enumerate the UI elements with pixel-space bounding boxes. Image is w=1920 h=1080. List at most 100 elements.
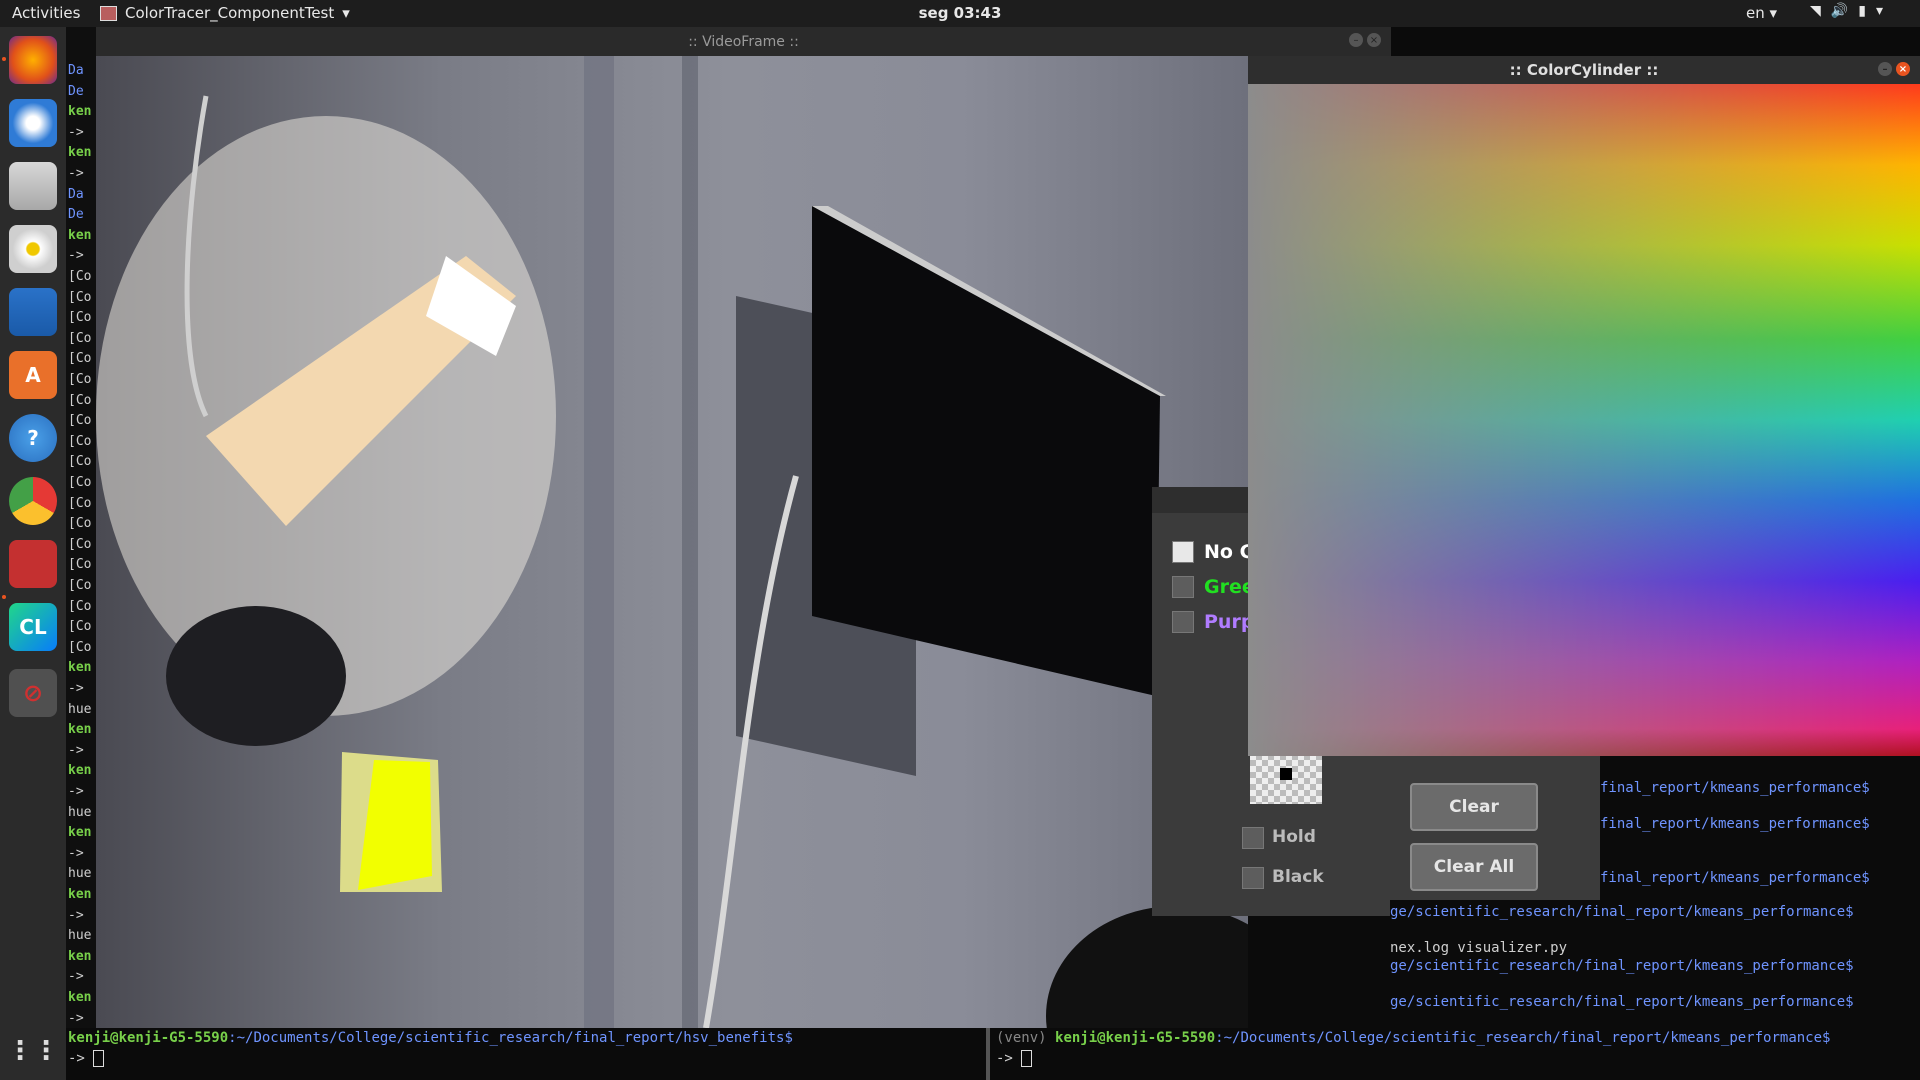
volume-icon: 🔊 [1830, 3, 1849, 19]
terminal-line: ge/scientific_research/final_report/kmea… [1390, 958, 1854, 974]
terminal-line: ken [68, 722, 92, 738]
minimize-icon[interactable]: – [1878, 62, 1892, 76]
firefox-icon[interactable] [9, 36, 57, 84]
hold-checkbox[interactable] [1242, 827, 1264, 849]
color-cylinder-canvas[interactable] [1248, 84, 1920, 756]
dock: A ? CL ⊘ ⋮⋮ [0, 27, 66, 1080]
terminal-divider[interactable] [986, 1028, 990, 1080]
hold-label: Hold [1272, 827, 1316, 847]
right-terminal-lower[interactable]: ge/scientific_research/final_report/kmea… [1390, 900, 1920, 1028]
language-indicator[interactable]: en ▾ [1746, 4, 1777, 22]
purple-label: Purp [1204, 611, 1255, 633]
files-icon[interactable] [9, 162, 57, 210]
terminal-cursor [1021, 1050, 1033, 1067]
terminal-line: final_report/kmeans_performance$ [1600, 780, 1870, 796]
terminal-line: [Co [68, 557, 92, 573]
app-window-icon [100, 5, 117, 21]
camera-view-image [96, 56, 1248, 1028]
chrome-icon[interactable] [9, 477, 57, 525]
terminal-line: ken [68, 227, 92, 243]
chevron-down-icon: ▾ [1875, 3, 1883, 19]
black-checkbox[interactable] [1242, 867, 1264, 889]
terminal-line: [Co [68, 454, 92, 470]
no-color-label: No C [1204, 541, 1254, 563]
terminal-line: -> [68, 681, 84, 696]
terminal-line: [Co [68, 536, 92, 552]
terminal-line: ken [68, 104, 92, 120]
chevron-down-icon: ▾ [342, 4, 350, 22]
terminal-line: -> [68, 907, 84, 923]
terminal-line: -> [68, 742, 84, 758]
terminal-line: [Co [68, 269, 92, 284]
terminal-prompt: -> [996, 1050, 1013, 1067]
terminal-path: :~/Documents/College/scientific_research… [1215, 1030, 1831, 1046]
clion-icon[interactable]: CL [9, 603, 57, 651]
colorcylinder-title: :: ColorCylinder :: [1509, 61, 1659, 79]
terminal-line: hue [68, 701, 92, 717]
rhythmbox-icon[interactable] [9, 225, 57, 273]
terminal-line: -> [68, 1010, 84, 1026]
bottom-right-terminal[interactable]: (venv) kenji@kenji-G5-5590:~/Documents/C… [994, 1028, 1920, 1080]
terminal-line: ge/scientific_research/final_report/kmea… [1390, 994, 1854, 1010]
terminal-line: hue [68, 804, 92, 820]
terminal-line: [Co [68, 598, 92, 614]
terminal-line: De [68, 83, 84, 99]
terminal-path: :~/Documents/College/scientific_research… [228, 1030, 793, 1046]
terminal-line: [Co [68, 413, 92, 429]
terminal-line: ken [68, 887, 92, 902]
left-terminal[interactable]: Da De ken -> ken -> Da De ken -> [Co [Co [Co [Co [Co [C… [66, 27, 96, 1080]
battery-icon: ▮ [1858, 3, 1866, 19]
colorcylinder-titlebar[interactable]: :: ColorCylinder :: – × [1248, 56, 1920, 84]
top-bar: Activities ColorTracer_ComponentTest ▾ s… [0, 0, 1920, 27]
terminal-line: -> [68, 969, 84, 985]
clear-button[interactable]: Clear [1410, 783, 1538, 831]
software-icon[interactable]: A [9, 351, 57, 399]
terminal-line: ken [68, 990, 92, 1005]
system-tray[interactable]: ◥ 🔊 ▮ ▾ [1810, 3, 1883, 19]
terminal-line: Da [68, 186, 84, 202]
running-indicator [2, 595, 6, 599]
writer-icon[interactable] [9, 288, 57, 336]
terminal-line: final_report/kmeans_performance$ [1600, 816, 1870, 832]
terminal-line: hue [68, 866, 92, 882]
terminal-line: [Co [68, 310, 92, 326]
active-app-icon[interactable]: ⊘ [9, 669, 57, 717]
video-frame [96, 56, 1248, 1028]
terminal-line: ken [68, 763, 92, 779]
videoframe-title: :: VideoFrame :: [688, 33, 799, 50]
app-menu[interactable]: ColorTracer_ComponentTest ▾ [100, 4, 350, 22]
terminal-line: [Co [68, 372, 92, 387]
terminal-line: [Co [68, 289, 92, 305]
terminal-line: -> [68, 845, 84, 861]
show-apps-icon[interactable]: ⋮⋮ [7, 1027, 59, 1075]
color-preview [1250, 754, 1322, 804]
black-label: Black [1272, 867, 1324, 887]
terminal-user: kenji@kenji-G5-5590 [68, 1030, 229, 1046]
purple-checkbox[interactable] [1172, 611, 1194, 633]
bottom-left-terminal[interactable]: kenji@kenji-G5-5590:~/Documents/College/… [66, 1028, 986, 1080]
video-app-icon[interactable] [9, 540, 57, 588]
clear-all-button[interactable]: Clear All [1410, 843, 1538, 891]
thunderbird-icon[interactable] [9, 99, 57, 147]
close-icon[interactable]: × [1367, 33, 1381, 47]
terminal-line: [Co [68, 392, 92, 408]
minimize-icon[interactable]: – [1349, 33, 1363, 47]
videoframe-titlebar[interactable]: :: VideoFrame :: – × [96, 27, 1391, 56]
no-color-checkbox[interactable] [1172, 541, 1194, 563]
terminal-line: -> [68, 166, 84, 181]
terminal-line: hue [68, 928, 92, 944]
running-indicator [2, 57, 6, 61]
terminal-venv: (venv) [996, 1030, 1056, 1046]
green-checkbox[interactable] [1172, 576, 1194, 598]
activities-button[interactable]: Activities [12, 4, 80, 22]
terminal-line: [Co [68, 433, 92, 449]
app-name: ColorTracer_ComponentTest [125, 4, 335, 22]
help-icon[interactable]: ? [9, 414, 57, 462]
language-label: en [1746, 4, 1765, 22]
terminal-line: -> [68, 248, 84, 264]
terminal-line: ken [68, 660, 92, 676]
terminal-line: [Co [68, 578, 92, 593]
close-icon[interactable]: × [1896, 62, 1910, 76]
clock[interactable]: seg 03:43 [919, 4, 1002, 22]
terminal-line: [Co [68, 351, 92, 367]
